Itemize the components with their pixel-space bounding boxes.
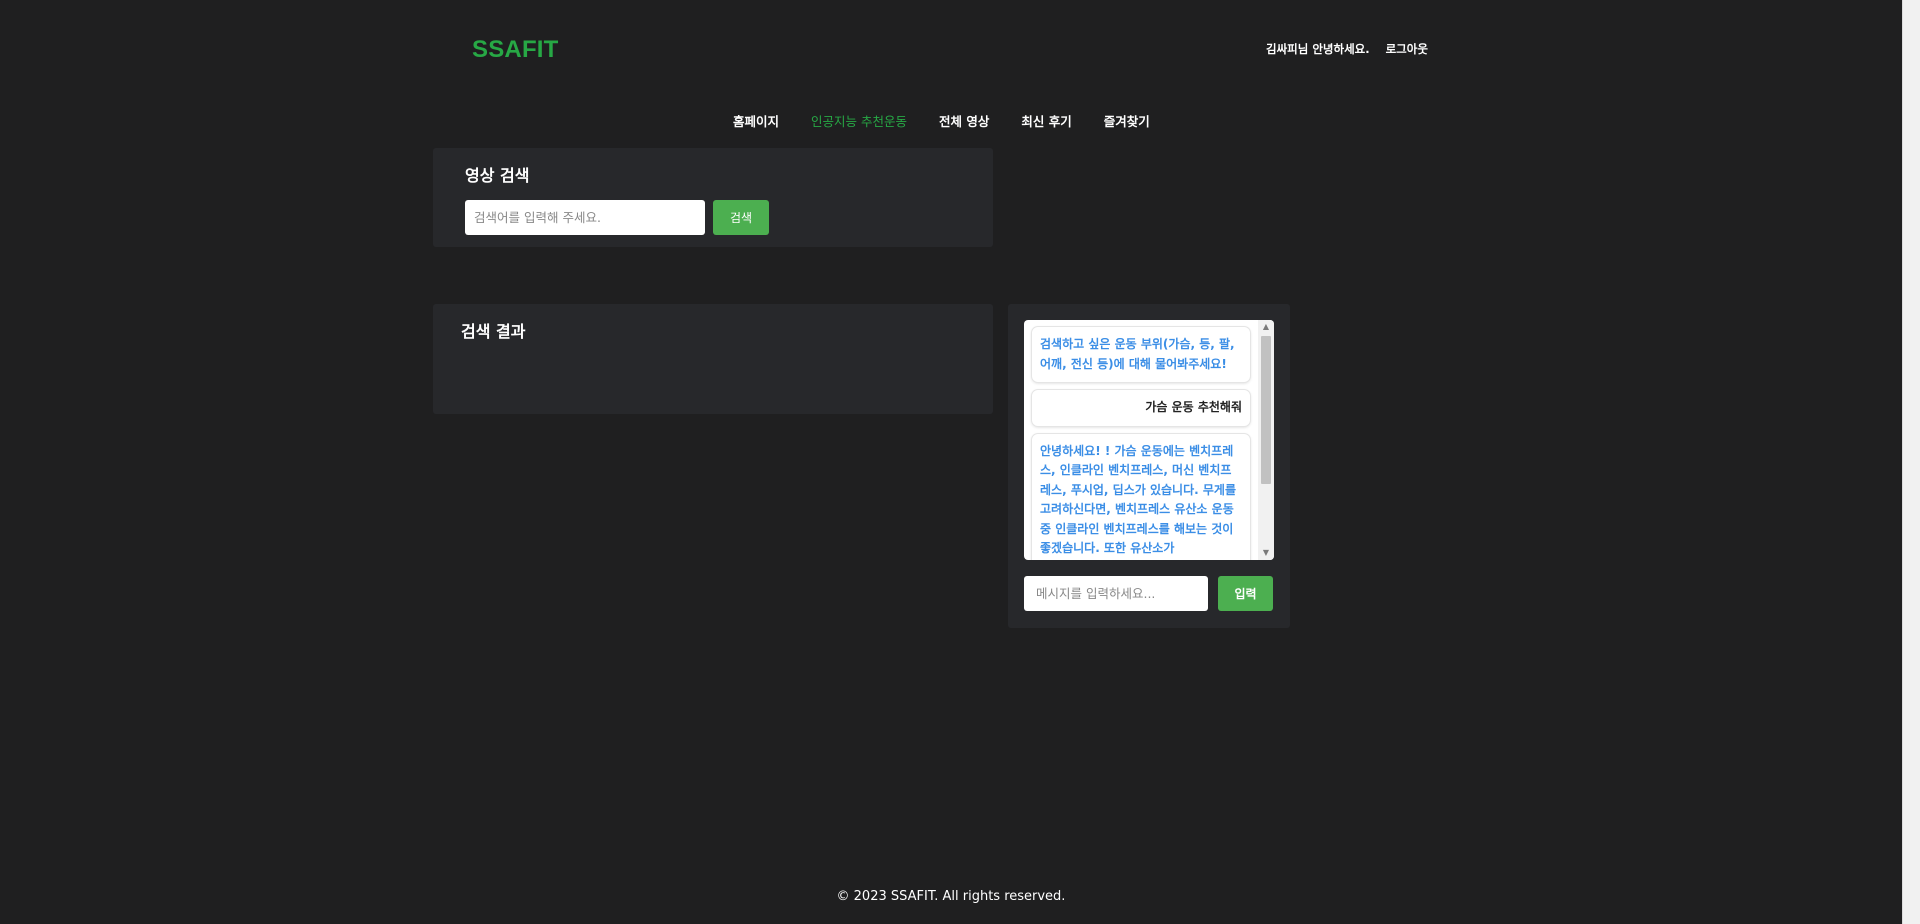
search-input[interactable] (465, 200, 705, 235)
nav-item-latest-reviews[interactable]: 최신 후기 (1021, 111, 1071, 130)
chat-scrollbar[interactable]: ▲ ▼ (1258, 320, 1274, 560)
video-search-panel: 영상 검색 검색 (433, 148, 993, 247)
chat-scroll-thumb[interactable] (1261, 336, 1271, 484)
chat-message-input[interactable] (1024, 576, 1208, 611)
nav-item-favorites[interactable]: 즐겨찾기 (1104, 111, 1150, 130)
user-area: 김싸피님 안녕하세요. 로그아웃 (1266, 41, 1428, 57)
search-button[interactable]: 검색 (713, 200, 769, 235)
logo[interactable]: SSAFIT (472, 36, 559, 64)
nav-item-all-videos[interactable]: 전체 영상 (939, 111, 989, 130)
scroll-down-arrow-icon[interactable]: ▼ (1258, 546, 1274, 560)
search-results-title: 검색 결과 (461, 322, 526, 341)
chat-send-button[interactable]: 입력 (1218, 576, 1273, 611)
chatbot-panel: 검색하고 싶은 운동 부위(가슴, 등, 팔, 어깨, 전신 등)에 대해 물어… (1008, 304, 1290, 628)
logout-link[interactable]: 로그아웃 (1386, 41, 1428, 57)
page: SSAFIT 김싸피님 안녕하세요. 로그아웃 홈페이지 인공지능 추천운동 전… (0, 0, 1902, 924)
page-scrollbar[interactable] (1902, 0, 1920, 924)
scroll-up-arrow-icon[interactable]: ▲ (1258, 320, 1274, 334)
chat-window: 검색하고 싶은 운동 부위(가슴, 등, 팔, 어깨, 전신 등)에 대해 물어… (1024, 320, 1274, 560)
search-results-panel: 검색 결과 (433, 304, 993, 414)
nav-item-home[interactable]: 홈페이지 (733, 111, 779, 130)
chat-message-bot: 검색하고 싶은 운동 부위(가슴, 등, 팔, 어깨, 전신 등)에 대해 물어… (1032, 327, 1250, 382)
footer: © 2023 SSAFIT. All rights reserved. (836, 889, 1066, 904)
nav-item-ai-recommend[interactable]: 인공지능 추천운동 (811, 111, 907, 130)
chat-messages[interactable]: 검색하고 싶은 운동 부위(가슴, 등, 팔, 어깨, 전신 등)에 대해 물어… (1024, 320, 1258, 560)
chat-message-user: 가슴 운동 추천해줘 (1032, 390, 1250, 426)
chat-message-bot: 안녕하세요! ! 가슴 운동에는 벤치프레스, 인클라인 벤치프레스, 머신 벤… (1032, 433, 1250, 560)
video-search-title: 영상 검색 (465, 166, 530, 185)
main-nav: 홈페이지 인공지능 추천운동 전체 영상 최신 후기 즐겨찾기 (733, 111, 1150, 130)
greeting-text: 김싸피님 안녕하세요. (1266, 42, 1370, 56)
